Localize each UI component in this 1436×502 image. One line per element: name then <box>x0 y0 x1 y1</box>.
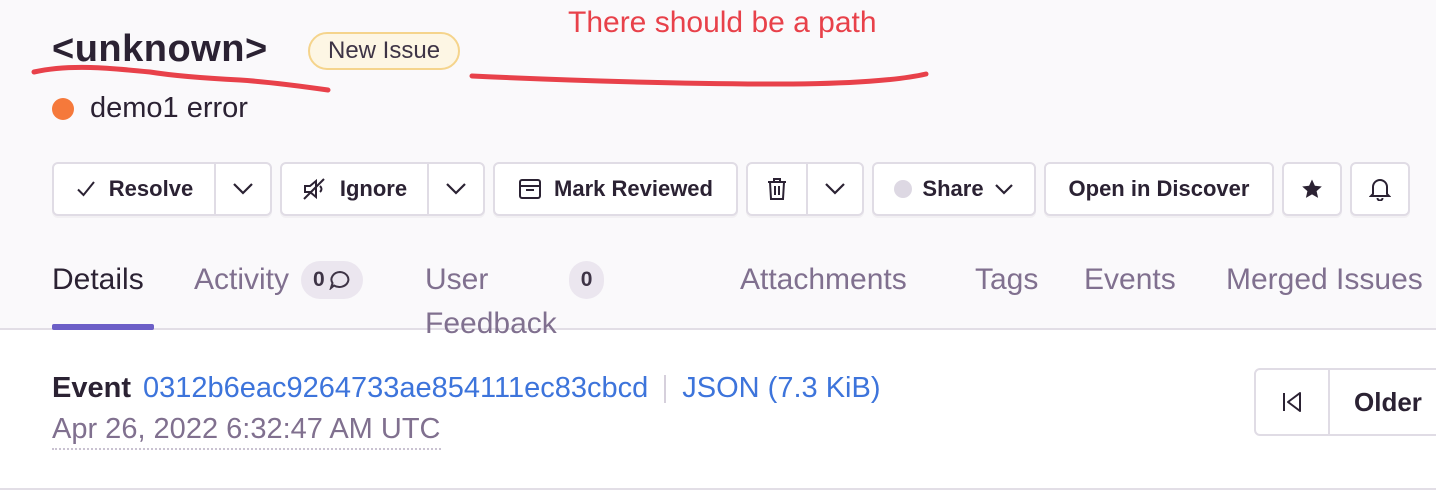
resolve-label: Resolve <box>108 176 194 201</box>
tab-label: Attachments <box>740 263 907 296</box>
tab-events[interactable]: Events <box>1084 258 1176 330</box>
mute-icon <box>302 177 328 201</box>
ignore-button[interactable]: Ignore <box>282 164 427 214</box>
checkmark-icon <box>75 178 97 200</box>
new-issue-badge: New Issue <box>308 32 461 70</box>
divider <box>0 488 1436 490</box>
tab-label: User Feedback <box>425 263 557 340</box>
event-timestamp[interactable]: Apr 26, 2022 6:32:47 AM UTC <box>52 413 441 450</box>
chevron-down-icon <box>232 182 254 196</box>
user-feedback-count-badge: 0 <box>568 261 605 299</box>
level-dot-icon <box>52 97 74 120</box>
issue-header: <unknown> New Issue There should be a pa… <box>0 0 1436 340</box>
tab-details[interactable]: Details <box>52 258 154 330</box>
share-label: Share <box>922 176 984 201</box>
chevron-down-icon <box>445 182 467 196</box>
tab-user-feedback[interactable]: User Feedback 0 <box>425 258 605 340</box>
inbox-icon <box>518 178 542 200</box>
bookmark-button[interactable] <box>1282 162 1342 216</box>
divider <box>664 374 667 403</box>
annotation-text: There should be a path <box>568 6 877 39</box>
older-label: Older <box>1354 386 1422 417</box>
open-in-discover-label: Open in Discover <box>1068 176 1250 201</box>
mark-reviewed-button[interactable]: Mark Reviewed <box>493 162 738 216</box>
event-id-link[interactable]: 0312b6eac9264733ae854111ec83cbcd <box>143 372 648 405</box>
tab-label: Tags <box>975 263 1039 296</box>
delete-dropdown-button[interactable] <box>806 164 862 214</box>
status-dot-icon <box>894 180 913 198</box>
issue-message: demo1 error <box>90 92 248 124</box>
tab-attachments[interactable]: Attachments <box>740 258 907 330</box>
issue-subtitle: demo1 error <box>52 92 248 125</box>
event-id-line: Event 0312b6eac9264733ae854111ec83cbcd J… <box>52 372 881 405</box>
trash-icon <box>766 177 788 201</box>
tab-label: Details <box>52 263 144 296</box>
issue-title: <unknown> <box>52 28 268 70</box>
ignore-button-group: Ignore <box>280 162 485 216</box>
chevron-down-icon <box>994 183 1014 195</box>
skip-first-icon <box>1280 390 1304 414</box>
star-icon <box>1301 178 1323 200</box>
tab-label: Events <box>1084 263 1176 296</box>
ignore-dropdown-button[interactable] <box>427 164 483 214</box>
event-label: Event <box>52 372 131 404</box>
tab-label: Activity <box>194 263 290 296</box>
event-summary: Event 0312b6eac9264733ae854111ec83cbcd J… <box>52 372 881 450</box>
bell-icon <box>1369 177 1391 201</box>
tab-tags[interactable]: Tags <box>975 258 1038 330</box>
comment-icon <box>329 270 351 290</box>
ignore-label: Ignore <box>339 176 408 201</box>
oldest-event-button[interactable] <box>1256 370 1330 434</box>
mark-reviewed-label: Mark Reviewed <box>554 176 713 201</box>
subscribe-button[interactable] <box>1350 162 1410 216</box>
tab-merged-issues[interactable]: Merged Issues <box>1226 258 1423 330</box>
activity-count: 0 <box>313 268 325 291</box>
resolve-button[interactable]: Resolve <box>54 164 214 214</box>
chevron-down-icon <box>824 182 846 196</box>
share-button[interactable]: Share <box>872 162 1036 216</box>
resolve-dropdown-button[interactable] <box>214 164 270 214</box>
json-link[interactable]: JSON (7.3 KiB) <box>682 372 880 405</box>
active-tab-indicator <box>52 324 154 330</box>
delete-button-group <box>746 162 864 216</box>
event-pagination: Older <box>1254 368 1436 436</box>
tab-label: Merged Issues <box>1226 263 1423 296</box>
activity-count-badge: 0 <box>301 261 363 299</box>
delete-button[interactable] <box>748 164 806 214</box>
resolve-button-group: Resolve <box>52 162 272 216</box>
open-in-discover-button[interactable]: Open in Discover <box>1044 162 1274 216</box>
tab-activity[interactable]: Activity 0 <box>194 258 363 330</box>
older-event-button[interactable]: Older <box>1330 370 1422 434</box>
